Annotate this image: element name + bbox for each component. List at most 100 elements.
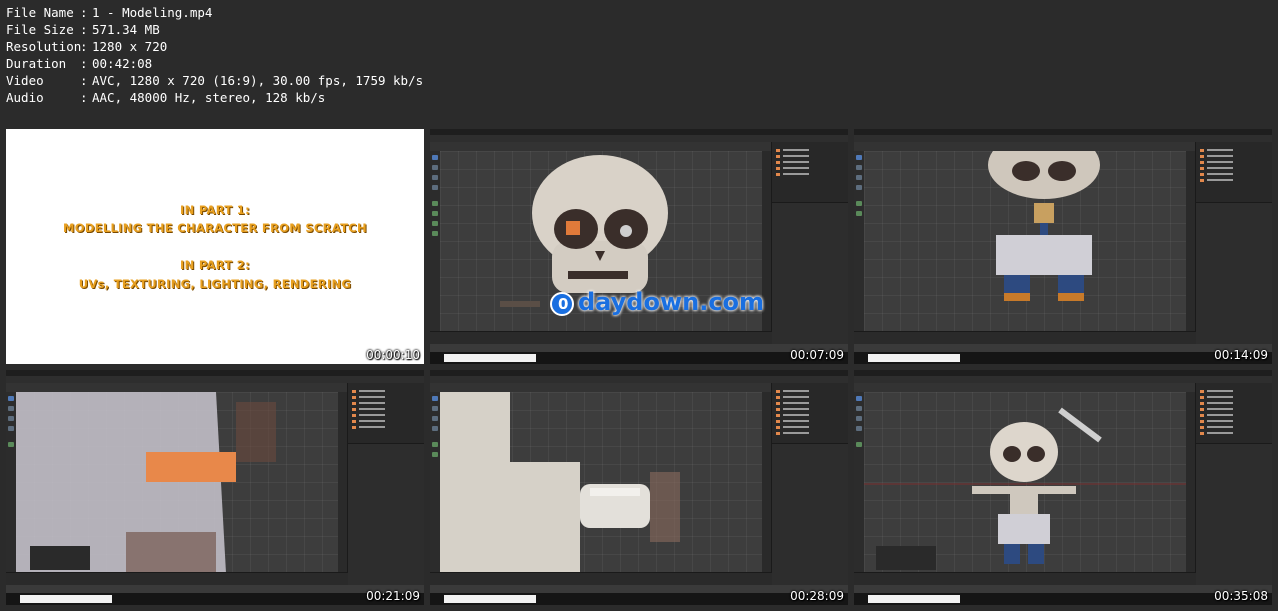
extrude-tool-icon — [432, 442, 438, 447]
windows-taskbar — [430, 352, 848, 364]
outliner-row[interactable] — [776, 395, 844, 399]
inset-tool-icon — [432, 452, 438, 457]
timeline[interactable] — [6, 572, 348, 585]
outliner-row[interactable] — [1200, 431, 1268, 435]
outliner-row[interactable] — [1200, 172, 1268, 176]
thumbnail-6[interactable]: 00:35:08 — [854, 370, 1272, 605]
info-row-resolution: Resolution:1280 x 720 — [6, 38, 423, 55]
outliner-row[interactable] — [1200, 178, 1268, 182]
scale-tool-icon — [856, 426, 862, 431]
select-tool-icon — [856, 155, 862, 160]
outliner-row[interactable] — [1200, 148, 1268, 152]
menu-bar — [430, 135, 848, 142]
outliner-row[interactable] — [776, 413, 844, 417]
info-value: 571.34 MB — [92, 22, 160, 37]
toolbar — [430, 392, 440, 573]
rotate-tool-icon — [432, 416, 438, 421]
outliner-row[interactable] — [1200, 154, 1268, 158]
move-tool-icon — [432, 165, 438, 170]
move-tool-icon — [856, 406, 862, 411]
properties-panel[interactable] — [771, 202, 848, 344]
cloth-model — [16, 392, 276, 573]
info-value: AVC, 1280 x 720 (16:9), 30.00 fps, 1759 … — [92, 73, 424, 88]
3d-viewport[interactable] — [440, 392, 762, 573]
timeline[interactable] — [854, 572, 1196, 585]
properties-panel[interactable] — [1195, 443, 1272, 585]
outliner-row[interactable] — [352, 401, 420, 405]
outliner-row[interactable] — [1200, 160, 1268, 164]
menu-bar — [6, 376, 424, 383]
thumbnail-4[interactable]: 00:21:09 — [6, 370, 424, 605]
3d-viewport[interactable] — [864, 392, 1186, 573]
outliner-row[interactable] — [1200, 407, 1268, 411]
info-key: Duration — [6, 56, 67, 71]
thumbnail-3[interactable]: 00:14:09 — [854, 129, 1272, 364]
thumbnail-timestamp: 00:00:10 — [366, 348, 420, 362]
outliner-panel[interactable] — [771, 142, 848, 202]
properties-panel[interactable] — [347, 443, 424, 585]
timeline[interactable] — [430, 331, 772, 344]
thumbnail-2[interactable]: 00:07:09 — [430, 129, 848, 364]
timeline[interactable] — [854, 331, 1196, 344]
outliner-row[interactable] — [776, 154, 844, 158]
3d-viewport[interactable] — [864, 151, 1186, 332]
outliner-panel[interactable] — [347, 383, 424, 443]
inset-tool-icon — [432, 211, 438, 216]
thumbnail-timestamp: 00:14:09 — [1214, 348, 1268, 362]
outliner-row[interactable] — [352, 389, 420, 393]
toolbar — [430, 151, 440, 332]
outliner-panel[interactable] — [1195, 383, 1272, 443]
outliner-panel[interactable] — [1195, 142, 1272, 202]
select-tool-icon — [432, 396, 438, 401]
outliner-row[interactable] — [1200, 401, 1268, 405]
outliner-row[interactable] — [776, 160, 844, 164]
outliner-row[interactable] — [776, 401, 844, 405]
scale-tool-icon — [432, 426, 438, 431]
info-sep: : — [80, 90, 88, 105]
taskbar-search-box[interactable] — [444, 354, 536, 362]
outliner-row[interactable] — [776, 425, 844, 429]
3d-viewport[interactable] — [16, 392, 338, 573]
properties-panel[interactable] — [771, 443, 848, 585]
outliner-row[interactable] — [352, 425, 420, 429]
outliner-row[interactable] — [352, 395, 420, 399]
character-model — [864, 407, 1186, 570]
thumbnail-1[interactable]: IN PART 1: MODELLING THE CHARACTER FROM … — [6, 129, 424, 364]
thumbnail-timestamp: 00:28:09 — [790, 589, 844, 603]
outliner-row[interactable] — [352, 413, 420, 417]
info-row-duration: Duration:00:42:08 — [6, 55, 423, 72]
outliner-row[interactable] — [776, 148, 844, 152]
extrude-tool-icon — [432, 201, 438, 206]
outliner-row[interactable] — [1200, 419, 1268, 423]
outliner-row[interactable] — [776, 419, 844, 423]
taskbar-search-box[interactable] — [20, 595, 112, 603]
rotate-tool-icon — [856, 416, 862, 421]
outliner-row[interactable] — [1200, 389, 1268, 393]
outliner-row[interactable] — [1200, 166, 1268, 170]
outliner-row[interactable] — [776, 431, 844, 435]
taskbar-search-box[interactable] — [444, 595, 536, 603]
outliner-row[interactable] — [1200, 395, 1268, 399]
inset-tool-icon — [856, 211, 862, 216]
outliner-row[interactable] — [776, 407, 844, 411]
outliner-row[interactable] — [776, 389, 844, 393]
outliner-row[interactable] — [1200, 425, 1268, 429]
move-tool-icon — [856, 165, 862, 170]
taskbar-search-box[interactable] — [868, 354, 960, 362]
outliner-row[interactable] — [776, 172, 844, 176]
outliner-row[interactable] — [352, 407, 420, 411]
taskbar-search-box[interactable] — [868, 595, 960, 603]
outliner-panel[interactable] — [771, 383, 848, 443]
info-sep: : — [80, 56, 88, 71]
rotate-tool-icon — [8, 416, 14, 421]
properties-panel[interactable] — [1195, 202, 1272, 344]
outliner-row[interactable] — [352, 419, 420, 423]
thumbnail-timestamp: 00:35:08 — [1214, 589, 1268, 603]
thumbnail-timestamp: 00:07:09 — [790, 348, 844, 362]
title-card-line-4: UVs, TEXTURING, LIGHTING, RENDERING — [78, 277, 352, 291]
timeline[interactable] — [430, 572, 772, 585]
outliner-row[interactable] — [1200, 413, 1268, 417]
thumbnail-5[interactable]: 00:28:09 — [430, 370, 848, 605]
info-key: Audio — [6, 90, 44, 105]
outliner-row[interactable] — [776, 166, 844, 170]
